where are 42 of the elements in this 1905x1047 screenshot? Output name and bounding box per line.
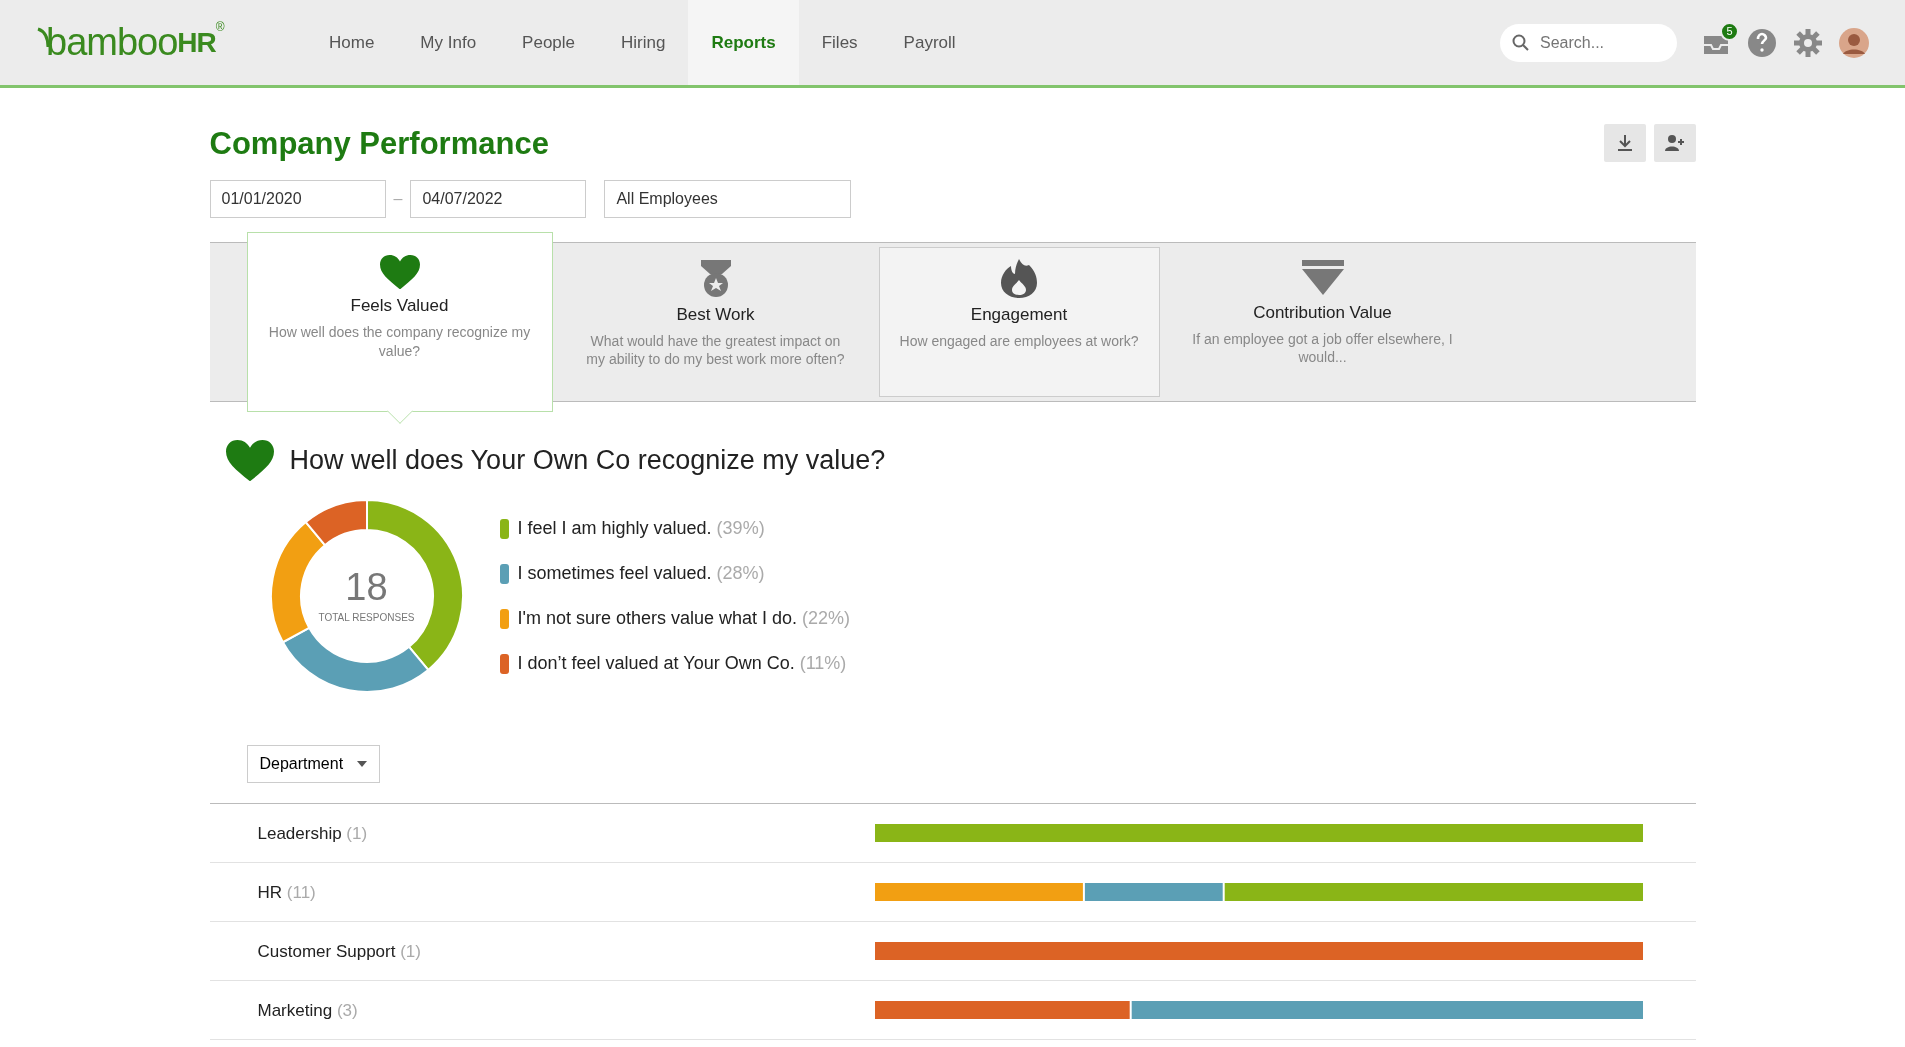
flame-icon [999, 258, 1039, 298]
add-person-icon [1664, 135, 1685, 151]
question-heading: How well does Your Own Co recognize my value? [289, 444, 886, 477]
nav-tab[interactable]: My Info [397, 0, 500, 85]
page-title: Company Performance [209, 124, 549, 162]
add-person-button[interactable] [1653, 124, 1696, 162]
logo[interactable]: bambooHR$^{®}$ [36, 0, 306, 85]
start-date-field[interactable]: 01/01/2020 [209, 180, 386, 218]
employee-filter-field[interactable]: All Employees [604, 180, 852, 218]
metric-tab[interactable]: Contribution Value If an employee got a job offer elsewhere, I would... [1169, 247, 1476, 397]
department-label: Leadership (1) [256, 822, 369, 845]
date-separator: – [393, 189, 403, 209]
department-label: HR (11) [256, 881, 317, 904]
nav-tab[interactable]: Reports [688, 0, 799, 85]
notification-badge: 5 [1720, 21, 1739, 41]
metric-tab[interactable]: Best Work What would have the greatest impact on my ability to do my best work more often? [562, 247, 869, 397]
nav-tab[interactable]: Payroll [880, 0, 979, 85]
legend-label: I'm not sure others value what I do. (22%) [517, 607, 851, 631]
settings-icon[interactable] [1793, 27, 1823, 58]
legend-label: I don’t feel valued at Your Own Co. (11%) [517, 652, 847, 676]
search-field[interactable]: Search... [1500, 23, 1677, 62]
nav-tab[interactable]: Home [306, 0, 398, 85]
total-label: TOTAL RESPONSES [318, 610, 415, 625]
avatar-icon[interactable] [1839, 27, 1869, 58]
department-label: Marketing (3) [256, 999, 359, 1022]
heart-icon [225, 440, 274, 482]
heart-icon [379, 255, 420, 290]
department-dropdown[interactable]: Department [246, 745, 381, 784]
nav-tab[interactable]: People [499, 0, 599, 85]
diamond-icon [1299, 258, 1346, 296]
end-date-field[interactable]: 04/07/2022 [410, 180, 587, 218]
legend-label: I sometimes feel valued. (28%) [517, 562, 765, 586]
legend-label: I feel I am highly valued. (39%) [517, 517, 765, 541]
metric-tab[interactable]: Engagement How engaged are employees at work? [878, 247, 1160, 397]
department-label: Customer Support (1) [256, 940, 422, 963]
download-icon [1616, 134, 1633, 152]
help-icon[interactable] [1747, 27, 1777, 58]
total-count: 18 [345, 567, 388, 606]
caret-icon [357, 761, 368, 768]
download-button[interactable] [1603, 124, 1646, 162]
nav-tab[interactable]: Hiring [598, 0, 689, 85]
nav-tab[interactable]: Files [798, 0, 881, 85]
